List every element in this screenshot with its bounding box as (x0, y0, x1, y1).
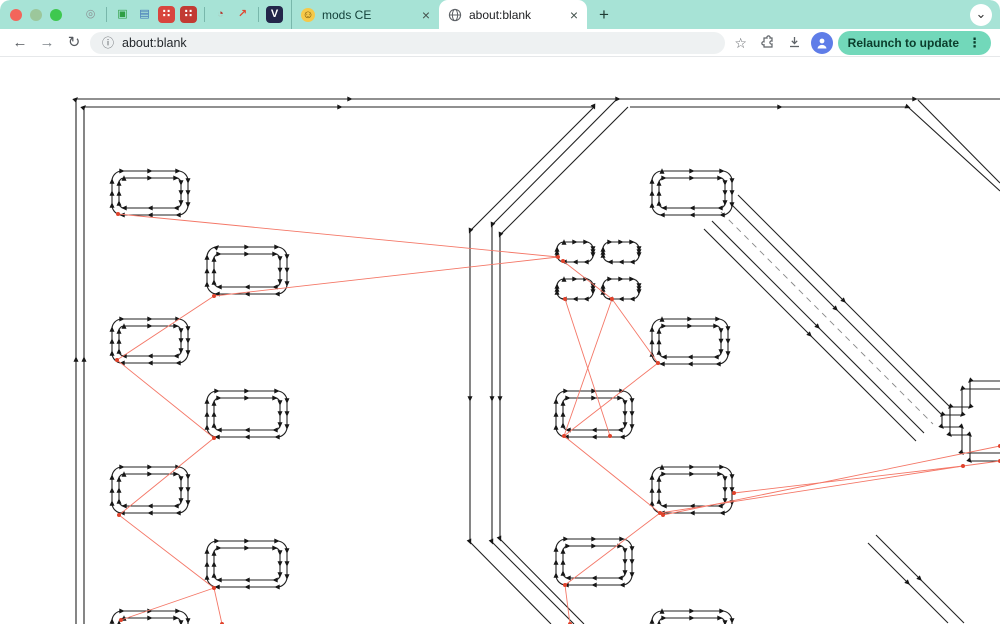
relaunch-to-update-button[interactable]: Relaunch to update ⋮ (837, 30, 991, 55)
toolbar-separator (106, 7, 107, 22)
forward-icon[interactable]: → (36, 35, 58, 50)
back-icon[interactable]: ← (9, 35, 31, 50)
profile-avatar[interactable] (810, 31, 833, 54)
page-info-icon[interactable]: ⓘ (102, 34, 114, 51)
v-icon[interactable]: V (266, 6, 283, 23)
pinned-extensions: ◎ ▣ ▤ ∷ ∷ ◔ ↗ V (82, 6, 283, 23)
book-icon[interactable]: ▤ (136, 6, 153, 23)
close-tab-icon[interactable]: × (422, 8, 430, 22)
cube-icon[interactable]: ▣ (114, 6, 131, 23)
url-text[interactable]: about:blank (122, 36, 713, 50)
minimize-window-button[interactable] (30, 8, 42, 21)
browser-toolbar: ← → ↻ ⓘ about:blank ☆ Relaunch to update… (0, 29, 1000, 57)
zoom-window-button[interactable] (50, 8, 62, 21)
tab-title: about:blank (469, 7, 532, 22)
clock-icon[interactable]: ◔ (212, 6, 229, 23)
relaunch-label: Relaunch to update (847, 35, 959, 50)
globe-favicon (448, 8, 462, 22)
close-tab-icon[interactable]: × (570, 8, 578, 22)
bookmark-star-icon[interactable]: ☆ (730, 36, 752, 50)
toolbar-separator (204, 7, 205, 22)
new-tab-button[interactable]: + (599, 6, 609, 23)
window-controls (10, 8, 70, 21)
download-icon[interactable] (784, 35, 806, 50)
cat-favicon: ☺ (301, 7, 315, 22)
browser-menu-icon[interactable]: ⋮ (968, 35, 981, 51)
toolbar-separator (258, 7, 259, 22)
tab-mods-ce[interactable]: ☺ mods CE × (291, 0, 439, 29)
tab-about-blank[interactable]: about:blank × (439, 0, 587, 29)
dice2-icon[interactable]: ∷ (180, 6, 197, 23)
dice-icon[interactable]: ∷ (158, 6, 175, 23)
extensions-puzzle-icon[interactable] (757, 35, 779, 50)
toolpath-drawing (72, 96, 1000, 624)
reload-icon[interactable]: ↻ (63, 35, 85, 50)
close-window-button[interactable] (10, 8, 22, 21)
browser-window: ◎ ▣ ▤ ∷ ∷ ◔ ↗ V ☺ mods CE × about:blank × + ⌄ ←… (0, 0, 1000, 625)
tab-strip: ◎ ▣ ▤ ∷ ∷ ◔ ↗ V ☺ mods CE × about:blank × + ⌄ (0, 0, 1000, 29)
compass-icon[interactable]: ◎ (82, 6, 99, 23)
trend-icon[interactable]: ↗ (234, 6, 251, 23)
tab-search-chevron-icon[interactable]: ⌄ (970, 3, 992, 26)
tab-title: mods CE (322, 7, 372, 22)
address-bar[interactable]: ⓘ about:blank (90, 31, 725, 54)
page-content (0, 57, 1000, 624)
